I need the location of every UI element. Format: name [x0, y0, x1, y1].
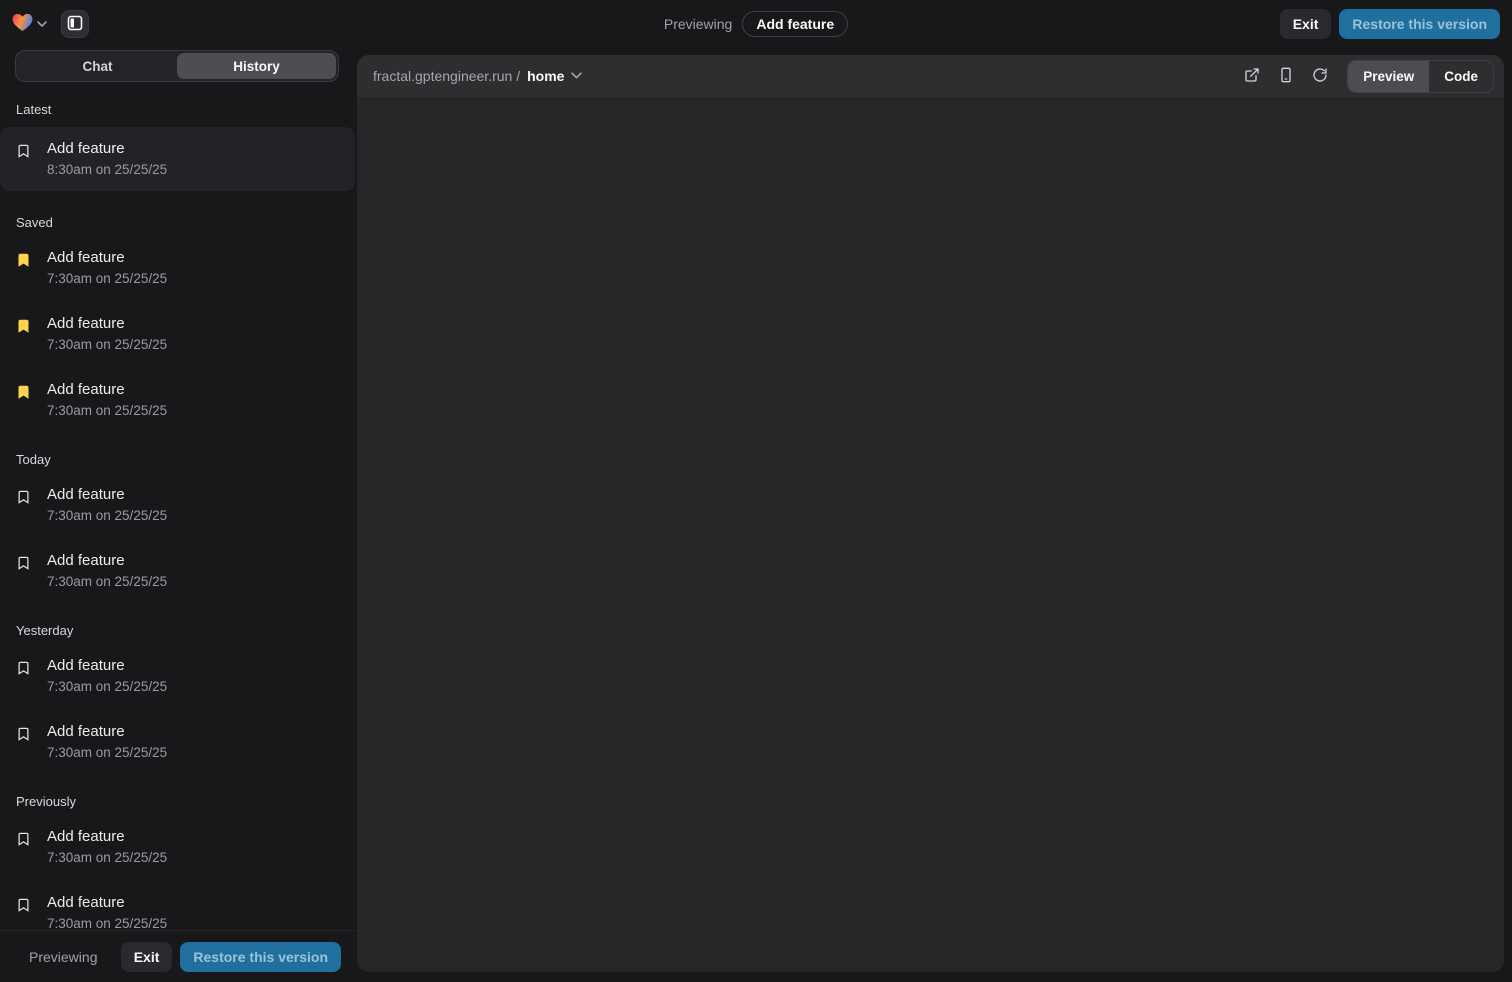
version-badge: Add feature [742, 11, 848, 37]
history-section: Yesterday Add feature 7:30am on 25/25/25… [0, 615, 355, 770]
toggle-code[interactable]: Code [1429, 61, 1493, 92]
bookmark-outline-icon [16, 489, 31, 505]
section-title: Saved [0, 207, 355, 240]
panel-left-icon [67, 15, 83, 34]
history-section: Today Add feature 7:30am on 25/25/25 Add… [0, 444, 355, 599]
preview-panel: fractal.gptengineer.run / home [357, 55, 1504, 972]
exit-button[interactable]: Exit [1280, 9, 1332, 39]
history-item-title: Add feature [47, 381, 167, 398]
history-item-timestamp: 7:30am on 25/25/25 [47, 745, 167, 760]
section-title: Previously [0, 786, 355, 819]
history-item[interactable]: Add feature 8:30am on 25/25/25 [0, 127, 355, 191]
section-title: Today [0, 444, 355, 477]
history-item[interactable]: Add feature 7:30am on 25/25/25 [0, 372, 355, 428]
section-items: Add feature 7:30am on 25/25/25 Add featu… [0, 240, 355, 428]
bookmark-outline-icon [16, 143, 31, 159]
preview-viewport[interactable] [357, 97, 1504, 972]
history-item-timestamp: 7:30am on 25/25/25 [47, 403, 167, 418]
history-list: Latest Add feature 8:30am on 25/25/25 Sa… [0, 82, 355, 930]
mobile-view-button[interactable] [1271, 61, 1301, 91]
history-item-timestamp: 7:30am on 25/25/25 [47, 574, 167, 589]
footer-previewing-label: Previewing [29, 949, 97, 965]
history-item[interactable]: Add feature 7:30am on 25/25/25 [0, 306, 355, 362]
footer-exit-button[interactable]: Exit [121, 942, 173, 972]
history-item-timestamp: 7:30am on 25/25/25 [47, 337, 167, 352]
history-item[interactable]: Add feature 7:30am on 25/25/25 [0, 648, 355, 704]
sidebar-toggle-button[interactable] [61, 10, 89, 38]
url-domain: fractal.gptengineer.run / [373, 68, 520, 84]
history-item-timestamp: 7:30am on 25/25/25 [47, 679, 167, 694]
refresh-button[interactable] [1305, 61, 1335, 91]
url-route-selector[interactable]: fractal.gptengineer.run / home [373, 68, 582, 84]
section-items: Add feature 8:30am on 25/25/25 [0, 127, 355, 191]
footer-restore-version-button[interactable]: Restore this version [180, 942, 341, 972]
section-title: Yesterday [0, 615, 355, 648]
history-item-title: Add feature [47, 249, 167, 266]
topbar: Previewing Add feature Exit Restore this… [0, 0, 1512, 48]
section-items: Add feature 7:30am on 25/25/25 Add featu… [0, 819, 355, 930]
toggle-preview[interactable]: Preview [1348, 61, 1429, 92]
previewing-status-label: Previewing [664, 16, 732, 32]
history-item-timestamp: 8:30am on 25/25/25 [47, 162, 167, 177]
history-item[interactable]: Add feature 7:30am on 25/25/25 [0, 240, 355, 296]
view-toggle: Preview Code [1347, 60, 1494, 93]
history-item[interactable]: Add feature 7:30am on 25/25/25 [0, 885, 355, 930]
history-item[interactable]: Add feature 7:30am on 25/25/25 [0, 819, 355, 875]
bookmark-outline-icon [16, 726, 31, 742]
bookmark-filled-icon [16, 252, 31, 268]
chevron-down-icon [37, 17, 47, 32]
sidebar-tabs: Chat History [15, 50, 339, 82]
history-section: Saved Add feature 7:30am on 25/25/25 Add… [0, 207, 355, 428]
external-link-icon [1244, 67, 1260, 86]
preview-panel-header: fractal.gptengineer.run / home [357, 55, 1504, 97]
bookmark-filled-icon [16, 318, 31, 334]
sidebar-footer: Previewing Exit Restore this version [0, 930, 355, 982]
history-item-title: Add feature [47, 723, 167, 740]
tab-chat[interactable]: Chat [18, 53, 177, 79]
history-item-timestamp: 7:30am on 25/25/25 [47, 850, 167, 865]
bookmark-outline-icon [16, 897, 31, 913]
section-items: Add feature 7:30am on 25/25/25 Add featu… [0, 648, 355, 770]
history-item-title: Add feature [47, 140, 167, 157]
history-section: Previously Add feature 7:30am on 25/25/2… [0, 786, 355, 930]
bookmark-outline-icon [16, 831, 31, 847]
history-item[interactable]: Add feature 7:30am on 25/25/25 [0, 477, 355, 533]
smartphone-icon [1278, 67, 1294, 86]
section-items: Add feature 7:30am on 25/25/25 Add featu… [0, 477, 355, 599]
app-logo-menu[interactable] [12, 13, 47, 35]
history-section: Latest Add feature 8:30am on 25/25/25 [0, 94, 355, 191]
history-item-title: Add feature [47, 552, 167, 569]
open-in-new-tab-button[interactable] [1237, 61, 1267, 91]
tab-history[interactable]: History [177, 53, 336, 79]
url-route: home [527, 68, 564, 84]
history-item-title: Add feature [47, 657, 167, 674]
history-item-title: Add feature [47, 894, 167, 911]
refresh-icon [1312, 67, 1328, 86]
bookmark-outline-icon [16, 555, 31, 571]
history-item-title: Add feature [47, 486, 167, 503]
history-item-timestamp: 7:30am on 25/25/25 [47, 508, 167, 523]
history-item-title: Add feature [47, 315, 167, 332]
heart-logo-icon [12, 13, 33, 35]
chevron-down-icon [571, 69, 582, 84]
bookmark-filled-icon [16, 384, 31, 400]
section-title: Latest [0, 94, 355, 127]
history-item-timestamp: 7:30am on 25/25/25 [47, 916, 167, 930]
history-sidebar: Chat History Latest Add feature 8:30am o… [0, 48, 355, 982]
history-item-title: Add feature [47, 828, 167, 845]
history-item[interactable]: Add feature 7:30am on 25/25/25 [0, 714, 355, 770]
restore-version-button[interactable]: Restore this version [1339, 9, 1500, 39]
bookmark-outline-icon [16, 660, 31, 676]
history-item[interactable]: Add feature 7:30am on 25/25/25 [0, 543, 355, 599]
history-item-timestamp: 7:30am on 25/25/25 [47, 271, 167, 286]
